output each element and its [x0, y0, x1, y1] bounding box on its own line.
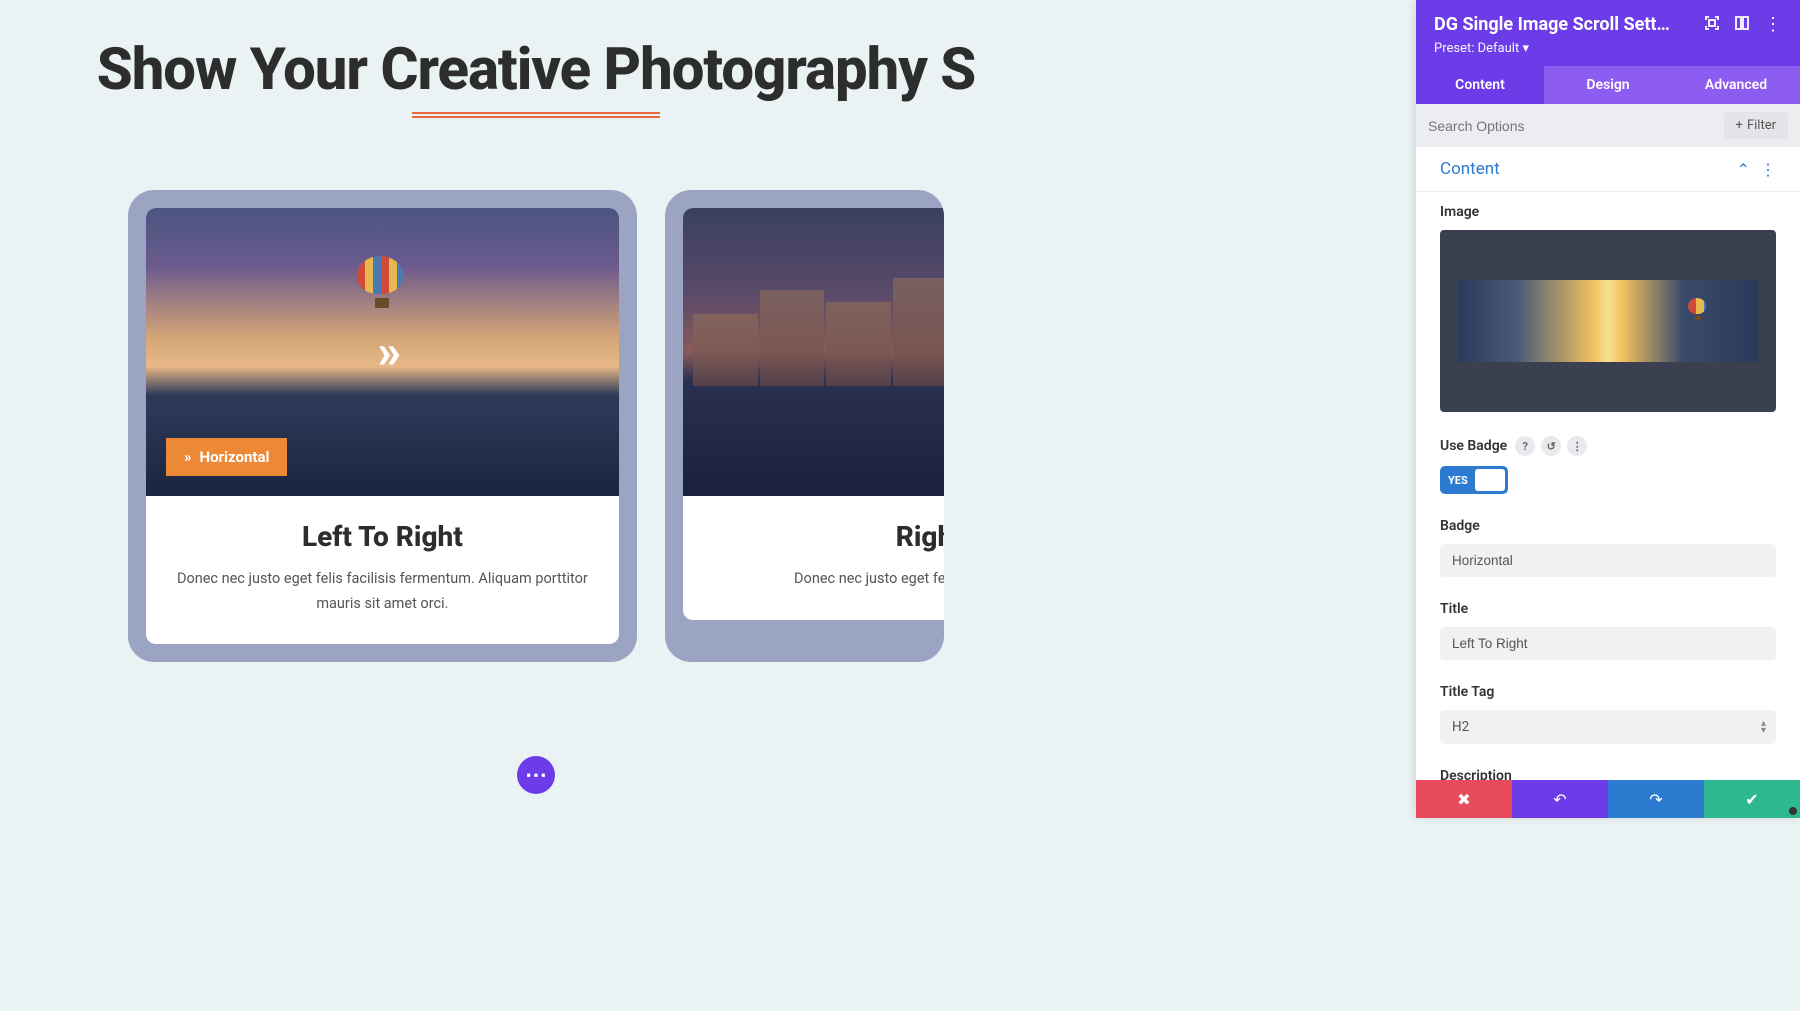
tab-design[interactable]: Design — [1544, 66, 1672, 104]
card-title: Right To L — [703, 520, 944, 553]
arrows-right-icon: » — [378, 325, 388, 379]
filter-button[interactable]: + Filter — [1724, 112, 1788, 139]
toggle-yes-label: YES — [1440, 474, 1468, 487]
reset-icon[interactable]: ↺ — [1541, 436, 1561, 456]
filter-label: Filter — [1747, 118, 1776, 133]
badge-input[interactable] — [1440, 544, 1776, 577]
cityscape-icon — [683, 266, 944, 386]
panel-title: DG Single Image Scroll Setti... — [1434, 14, 1674, 35]
card-description: Donec nec justo eget felis facilisis fer… — [166, 567, 599, 616]
card-description: Donec nec justo eget felis facilisis fer… — [703, 567, 944, 592]
chevron-right-icon: » — [184, 448, 192, 466]
panel-footer: ✖ ↶ ↷ ✔ — [1416, 780, 1800, 818]
tab-content[interactable]: Content — [1416, 66, 1544, 104]
title-input[interactable] — [1440, 627, 1776, 660]
card-title: Left To Right — [166, 520, 599, 553]
field-label-description: Description — [1440, 768, 1776, 780]
undo-button[interactable]: ↶ — [1512, 780, 1608, 818]
preset-selector[interactable]: Preset: Default ▾ — [1434, 41, 1782, 56]
search-input[interactable] — [1428, 118, 1724, 134]
canvas-area: Show Your Creative Photography S » » Hor… — [0, 0, 1072, 818]
card-image: « — [683, 208, 944, 496]
balloon-icon — [1688, 298, 1708, 322]
redo-icon: ↷ — [1649, 790, 1662, 809]
title-tag-select[interactable]: H2 — [1440, 710, 1776, 744]
undo-icon: ↶ — [1553, 790, 1566, 809]
panel-body: Content ⌃ ⋮ Image Use Badge ? ↺ — [1416, 147, 1800, 780]
card-inner: « Right To L Donec nec justo eget felis … — [683, 208, 944, 620]
field-label-image: Image — [1440, 204, 1776, 220]
kebab-icon[interactable]: ⋮ — [1764, 14, 1782, 35]
card-body: Right To L Donec nec justo eget felis fa… — [683, 496, 944, 620]
resize-handle[interactable] — [1789, 807, 1797, 815]
field-label-title: Title — [1440, 601, 1776, 617]
field-use-badge: Use Badge ? ↺ ⋮ YES — [1416, 424, 1800, 506]
check-icon: ✔ — [1745, 790, 1758, 809]
select-arrows-icon: ▴▾ — [1761, 720, 1766, 734]
image-preview[interactable] — [1440, 230, 1776, 412]
field-label-badge: Badge — [1440, 518, 1776, 534]
badge-label: Horizontal — [200, 448, 270, 466]
caret-down-icon: ▾ — [1522, 41, 1529, 56]
card-image: » » Horizontal — [146, 208, 619, 496]
focus-icon[interactable] — [1704, 15, 1720, 35]
field-label-title-tag: Title Tag — [1440, 684, 1776, 700]
plus-icon: + — [1736, 118, 1743, 133]
kebab-icon[interactable]: ⋮ — [1760, 160, 1776, 179]
field-title-tag: Title Tag H2 ▴▾ — [1416, 672, 1800, 756]
field-image: Image — [1416, 192, 1800, 424]
field-badge: Badge — [1416, 506, 1800, 589]
section-header-content[interactable]: Content ⌃ ⋮ — [1416, 147, 1800, 192]
badge: » Horizontal — [166, 438, 287, 476]
more-icon: ⋯ — [525, 763, 547, 788]
section-title: Content — [1440, 159, 1500, 179]
chevron-up-icon[interactable]: ⌃ — [1737, 160, 1750, 179]
cards-row: » » Horizontal Left To Right Donec nec j… — [0, 118, 1072, 662]
card-right-to-left[interactable]: « Right To L Donec nec justo eget felis … — [665, 190, 944, 662]
field-title: Title — [1416, 589, 1800, 672]
tab-advanced[interactable]: Advanced — [1672, 66, 1800, 104]
balloon-icon — [357, 256, 407, 314]
field-label-use-badge: Use Badge — [1440, 438, 1507, 454]
search-row: + Filter — [1416, 104, 1800, 147]
page-title: Show Your Creative Photography S — [0, 0, 1072, 104]
card-body: Left To Right Donec nec justo eget felis… — [146, 496, 619, 644]
toggle-knob — [1475, 469, 1505, 491]
settings-panel: DG Single Image Scroll Setti... ⋮ Preset… — [1416, 0, 1800, 818]
field-description: Description ADD MEDIA Visual Text — [1416, 756, 1800, 780]
card-inner: » » Horizontal Left To Right Donec nec j… — [146, 208, 619, 644]
panel-header: DG Single Image Scroll Setti... ⋮ Preset… — [1416, 0, 1800, 66]
help-icon[interactable]: ? — [1515, 436, 1535, 456]
close-icon: ✖ — [1457, 790, 1470, 809]
cancel-button[interactable]: ✖ — [1416, 780, 1512, 818]
save-button[interactable]: ✔ — [1704, 780, 1800, 818]
layout-icon[interactable] — [1734, 15, 1750, 35]
use-badge-toggle[interactable]: YES — [1440, 466, 1508, 494]
kebab-icon[interactable]: ⋮ — [1567, 436, 1587, 456]
card-left-to-right[interactable]: » » Horizontal Left To Right Donec nec j… — [128, 190, 637, 662]
redo-button[interactable]: ↷ — [1608, 780, 1704, 818]
fab-more-button[interactable]: ⋯ — [517, 756, 555, 794]
panel-tabs: Content Design Advanced — [1416, 66, 1800, 104]
